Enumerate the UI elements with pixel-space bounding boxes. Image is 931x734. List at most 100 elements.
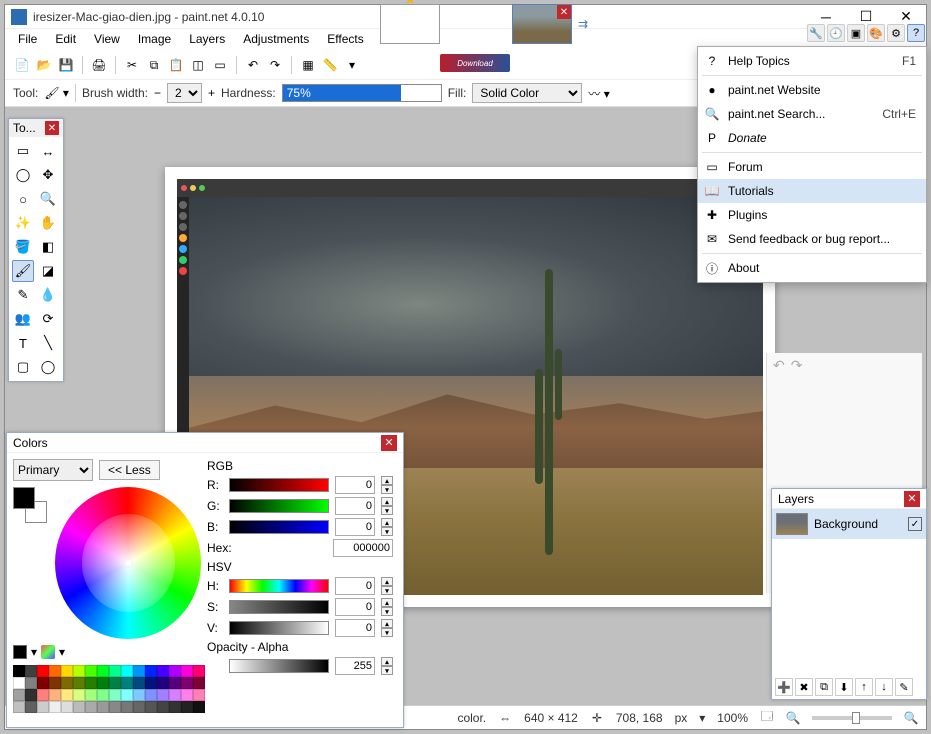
palette-swatch[interactable] [193, 677, 205, 689]
history-redo-icon[interactable]: ↷ [791, 357, 803, 374]
palette-swatch[interactable] [61, 677, 73, 689]
palette-swatch[interactable] [109, 701, 121, 713]
history-undo-icon[interactable]: ↶ [773, 357, 785, 374]
new-icon[interactable]: 📄 [13, 56, 31, 74]
palette-swatch[interactable] [97, 689, 109, 701]
palette-swatch[interactable] [181, 689, 193, 701]
pan-tool[interactable]: ✋ [37, 212, 59, 234]
palette-swatch[interactable] [145, 701, 157, 713]
v-slider[interactable] [229, 621, 329, 635]
palette-grid[interactable] [13, 665, 201, 713]
palette-swatch[interactable] [37, 701, 49, 713]
palette-swatch[interactable] [121, 701, 133, 713]
bucket-tool[interactable]: 🪣 [12, 236, 34, 258]
palette-swatch[interactable] [37, 665, 49, 677]
doc-slot-active[interactable]: ✕ [512, 4, 572, 44]
add-layer-icon[interactable]: ➕ [775, 678, 793, 696]
menu-view[interactable]: View [85, 29, 129, 51]
palette-swatch[interactable] [13, 701, 25, 713]
palette-swatch[interactable] [169, 665, 181, 677]
rect-tool[interactable]: ▢ [12, 356, 34, 378]
layer-up-icon[interactable]: ↑ [855, 678, 873, 696]
palette-swatch[interactable] [133, 677, 145, 689]
doc-close-icon[interactable]: ✕ [557, 5, 571, 19]
palette-swatch[interactable] [13, 665, 25, 677]
palette-swatch[interactable] [73, 677, 85, 689]
palette-swatch[interactable] [61, 665, 73, 677]
a-slider[interactable] [229, 659, 329, 673]
palette-swatch[interactable] [169, 689, 181, 701]
line-tool[interactable]: ╲ [37, 332, 59, 354]
add-color-icon[interactable] [41, 645, 55, 659]
palette-swatch[interactable] [193, 701, 205, 713]
picker-tool[interactable]: 💧 [37, 284, 59, 306]
palette-swatch[interactable] [37, 677, 49, 689]
menu-effects[interactable]: Effects [318, 29, 372, 51]
rect-select-tool[interactable]: ▭ [12, 140, 34, 162]
r-slider[interactable] [229, 478, 329, 492]
deselect-icon[interactable]: ▭ [211, 56, 229, 74]
palette-swatch[interactable] [49, 701, 61, 713]
palette-menu[interactable]: ▾ [59, 645, 65, 659]
menu-edit[interactable]: Edit [46, 29, 85, 51]
ruler-icon[interactable]: 📏 [321, 56, 339, 74]
layer-visible-checkbox[interactable]: ✓ [908, 517, 922, 531]
shape-tool[interactable]: ◯ [37, 356, 59, 378]
palette-swatch[interactable] [25, 677, 37, 689]
fill-select[interactable]: Solid Color [472, 83, 582, 103]
palette-swatch[interactable] [145, 677, 157, 689]
grid-icon[interactable]: ▦ [299, 56, 317, 74]
tools-window-icon[interactable]: 🔧 [807, 24, 825, 42]
palette-swatch[interactable] [85, 689, 97, 701]
palette-swatch[interactable] [121, 665, 133, 677]
palette-swatch[interactable] [121, 689, 133, 701]
delete-layer-icon[interactable]: ✖ [795, 678, 813, 696]
merge-layer-icon[interactable]: ⬇ [835, 678, 853, 696]
save-icon[interactable]: 💾 [57, 56, 75, 74]
help-donate[interactable]: PDonate [698, 126, 926, 150]
palette-swatch[interactable] [97, 677, 109, 689]
colors-window-icon[interactable]: 🎨 [867, 24, 885, 42]
doc-list-toggle-icon[interactable]: ⇉ [578, 17, 588, 31]
g-input[interactable] [335, 497, 375, 515]
unit-dropdown-icon[interactable]: ▾ [343, 56, 361, 74]
r-input[interactable] [335, 476, 375, 494]
palette-swatch[interactable] [61, 689, 73, 701]
fit-window-icon[interactable]: 🗔 [760, 711, 774, 725]
s-slider[interactable] [229, 600, 329, 614]
hardness-slider[interactable]: 75% [282, 84, 442, 102]
palette-swatch[interactable] [181, 665, 193, 677]
help-icon[interactable]: ? [907, 24, 925, 42]
h-slider[interactable] [229, 579, 329, 593]
palette-swatch[interactable] [13, 677, 25, 689]
help-about[interactable]: ⓘAbout [698, 256, 926, 280]
cut-icon[interactable]: ✂ [123, 56, 141, 74]
help-help-topics[interactable]: ?Help TopicsF1 [698, 49, 926, 73]
palette-swatch[interactable] [85, 677, 97, 689]
palette-swatch[interactable] [157, 665, 169, 677]
palette-swatch[interactable] [169, 677, 181, 689]
palette-swatch[interactable] [145, 665, 157, 677]
layers-close-icon[interactable]: ✕ [904, 491, 920, 507]
primary-select[interactable]: Primary [13, 459, 93, 481]
a-input[interactable] [335, 657, 375, 675]
brush-plus-icon[interactable]: + [208, 86, 215, 100]
brush-minus-icon[interactable]: − [154, 86, 161, 100]
palette-swatch[interactable] [25, 665, 37, 677]
s-input[interactable] [335, 598, 375, 616]
palette-swatch[interactable] [121, 677, 133, 689]
help-paint-net-search-[interactable]: 🔍paint.net Search...Ctrl+E [698, 102, 926, 126]
palette-swatch[interactable] [181, 701, 193, 713]
layer-row[interactable]: Background ✓ [772, 509, 926, 539]
wand-tool[interactable]: ✨ [12, 212, 34, 234]
help-send-feedback-or-bug-report-[interactable]: ✉Send feedback or bug report... [698, 227, 926, 251]
antialias-icon[interactable]: 〰 ▾ [588, 85, 609, 102]
palette-swatch[interactable] [181, 677, 193, 689]
hex-input[interactable] [333, 539, 393, 557]
swatch-black[interactable] [13, 645, 27, 659]
menu-file[interactable]: File [9, 29, 46, 51]
b-input[interactable] [335, 518, 375, 536]
menu-adjustments[interactable]: Adjustments [234, 29, 318, 51]
layer-down-icon[interactable]: ↓ [875, 678, 893, 696]
palette-swatch[interactable] [157, 677, 169, 689]
